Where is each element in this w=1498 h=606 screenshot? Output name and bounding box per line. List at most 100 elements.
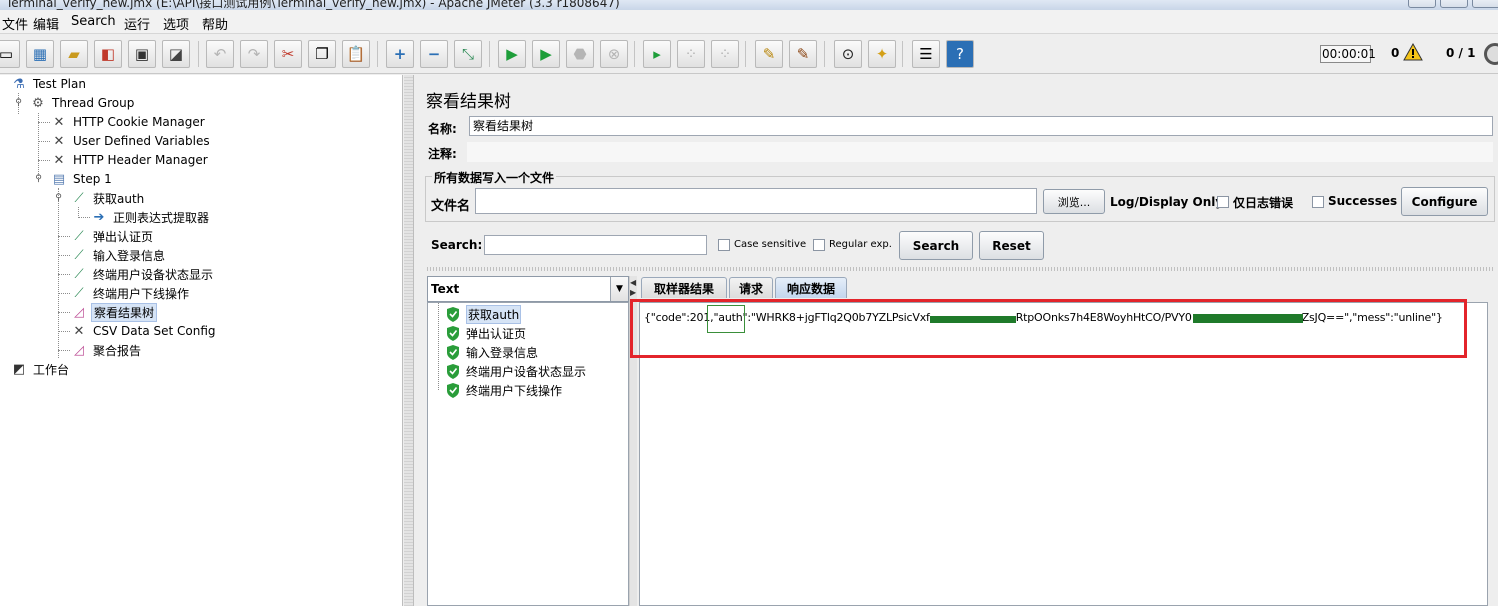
tree-node-device-status[interactable]: ⟋ 终端用户设备状态显示 xyxy=(70,265,215,283)
menu-bar: 文件 编辑 Search 运行 选项 帮助 xyxy=(0,10,1498,34)
open-icon[interactable]: ▰ xyxy=(60,40,88,68)
menu-options[interactable]: 选项 xyxy=(163,14,189,33)
config-element-icon: ✕ xyxy=(53,133,65,149)
tree-guide xyxy=(38,160,50,161)
search-button[interactable]: Search xyxy=(899,231,973,260)
tree-guide xyxy=(38,122,50,123)
start-no-pauses-icon[interactable]: ▶ xyxy=(532,40,560,68)
clear-icon[interactable]: ✎ xyxy=(755,40,783,68)
reset-search-icon[interactable]: ✦ xyxy=(868,40,896,68)
tree-node-thread-group[interactable]: ⚙ Thread Group xyxy=(29,94,136,112)
post-processor-icon: ➔ xyxy=(93,209,105,225)
filename-input[interactable] xyxy=(475,188,1037,214)
case-sensitive-checkbox[interactable] xyxy=(718,239,730,251)
menu-edit[interactable]: 编辑 xyxy=(33,14,59,33)
collapse-left-icon[interactable]: ◀ xyxy=(630,278,636,287)
tree-guide xyxy=(58,236,70,237)
close-file-icon[interactable]: ◧ xyxy=(94,40,122,68)
toolbar-separator xyxy=(489,41,490,67)
expand-toggle[interactable]: ⚲ xyxy=(34,175,43,184)
configure-button[interactable]: Configure xyxy=(1401,187,1488,216)
menu-help[interactable]: 帮助 xyxy=(202,14,228,33)
tree-node-cookie-manager[interactable]: ✕ HTTP Cookie Manager xyxy=(50,113,207,131)
tree-node-test-plan[interactable]: ⚗ Test Plan xyxy=(10,75,88,93)
maximize-button[interactable] xyxy=(1440,0,1468,8)
sampler-pipette-icon: ⟋ xyxy=(74,266,84,282)
tree-node-workbench[interactable]: ◩ 工作台 xyxy=(10,360,71,378)
regexp-label: Regular exp. xyxy=(829,239,892,250)
tree-node-header-manager[interactable]: ✕ HTTP Header Manager xyxy=(50,151,210,169)
minimize-button[interactable] xyxy=(1408,0,1436,8)
toggle-icon[interactable]: ⤡ xyxy=(454,40,482,68)
result-item[interactable]: 弹出认证页 xyxy=(446,324,526,342)
tree-node-get-auth[interactable]: ⟋ 获取auth xyxy=(70,189,146,207)
collapse-all-icon[interactable]: − xyxy=(420,40,448,68)
tree-node-view-results[interactable]: ◿ 察看结果树 xyxy=(70,302,158,322)
menu-search[interactable]: Search xyxy=(71,14,116,29)
tree-node-offline-op[interactable]: ⟋ 终端用户下线操作 xyxy=(70,284,191,302)
tab-sampler-result[interactable]: 取样器结果 xyxy=(641,277,727,298)
result-item[interactable]: 终端用户下线操作 xyxy=(446,381,562,399)
errors-only-checkbox[interactable] xyxy=(1217,196,1229,208)
cut-icon[interactable]: ✂ xyxy=(274,40,302,68)
chevron-down-icon[interactable]: ▼ xyxy=(610,277,628,301)
tree-guide xyxy=(58,312,70,313)
remote-shutdown-icon[interactable]: ⁘ xyxy=(711,40,739,68)
reset-button[interactable]: Reset xyxy=(979,231,1044,260)
search-icon[interactable]: ⊙ xyxy=(834,40,862,68)
search-input[interactable] xyxy=(484,235,707,255)
warning-icon[interactable] xyxy=(1403,43,1423,61)
undo-icon[interactable]: ↶ xyxy=(206,40,234,68)
tree-node-aggregate-report[interactable]: ◿ 聚合报告 xyxy=(70,341,143,359)
collapse-right-icon[interactable]: ▶ xyxy=(630,288,636,297)
tab-response-data[interactable]: 响应数据 xyxy=(775,277,847,298)
name-field[interactable]: 察看结果树 xyxy=(469,116,1493,136)
remote-stop-icon[interactable]: ⁘ xyxy=(677,40,705,68)
copy-icon[interactable]: ❐ xyxy=(308,40,336,68)
tree-node-regex-extractor[interactable]: ➔ 正则表达式提取器 xyxy=(90,208,211,226)
tree-node-csv-config[interactable]: ✕ CSV Data Set Config xyxy=(70,322,218,340)
function-helper-icon[interactable]: ☰ xyxy=(912,40,940,68)
pane-splitter[interactable] xyxy=(404,75,414,606)
split-divider[interactable] xyxy=(427,267,1493,271)
result-item[interactable]: 获取auth xyxy=(446,304,522,324)
save-icon[interactable]: ▣ xyxy=(128,40,156,68)
paste-icon[interactable]: 📋 xyxy=(342,40,370,68)
expand-toggle[interactable]: ⚲ xyxy=(54,194,63,203)
comment-field[interactable] xyxy=(467,142,1493,162)
start-icon[interactable]: ▶ xyxy=(498,40,526,68)
expand-all-icon[interactable]: + xyxy=(386,40,414,68)
renderer-select[interactable]: Text ▼ xyxy=(427,276,629,302)
tree-node-popup-auth[interactable]: ⟋ 弹出认证页 xyxy=(70,227,155,245)
tree-node-user-variables[interactable]: ✕ User Defined Variables xyxy=(50,132,212,150)
successes-checkbox[interactable] xyxy=(1312,196,1324,208)
tree-node-input-login[interactable]: ⟋ 输入登录信息 xyxy=(70,246,167,264)
tree-node-step1[interactable]: ▤ Step 1 xyxy=(50,170,114,188)
remote-globe-icon[interactable] xyxy=(1484,43,1498,65)
config-element-icon: ✕ xyxy=(53,114,65,130)
clear-all-icon[interactable]: ✎ xyxy=(789,40,817,68)
new-icon[interactable]: ▭ xyxy=(0,40,20,68)
close-window-button[interactable] xyxy=(1472,0,1498,8)
stop-icon[interactable]: ⬣ xyxy=(566,40,594,68)
regexp-checkbox[interactable] xyxy=(813,239,825,251)
menu-run[interactable]: 运行 xyxy=(124,14,150,33)
save-as-icon[interactable]: ◪ xyxy=(162,40,190,68)
remote-start-icon[interactable]: ▸ xyxy=(643,40,671,68)
window-title-bar: Terminal_verify_new.jmx (E:\API\接口测试用例\T… xyxy=(0,0,1498,10)
templates-icon[interactable]: ▦ xyxy=(26,40,54,68)
expand-toggle[interactable]: ⚲ xyxy=(14,99,23,108)
renderer-value: Text xyxy=(431,282,460,296)
result-item[interactable]: 输入登录信息 xyxy=(446,343,538,361)
active-threads: 0 / 1 xyxy=(1446,46,1476,60)
tree-guide xyxy=(58,293,70,294)
shutdown-icon[interactable]: ⊗ xyxy=(600,40,628,68)
result-item[interactable]: 终端用户设备状态显示 xyxy=(446,362,586,380)
menu-file[interactable]: 文件 xyxy=(2,14,28,33)
gear-icon: ⚙ xyxy=(32,95,44,111)
window-title: Terminal_verify_new.jmx (E:\API\接口测试用例\T… xyxy=(6,0,620,10)
redo-icon[interactable]: ↷ xyxy=(240,40,268,68)
tab-request[interactable]: 请求 xyxy=(729,277,773,298)
browse-button[interactable]: 浏览... xyxy=(1043,189,1105,214)
help-icon[interactable]: ? xyxy=(946,40,974,68)
